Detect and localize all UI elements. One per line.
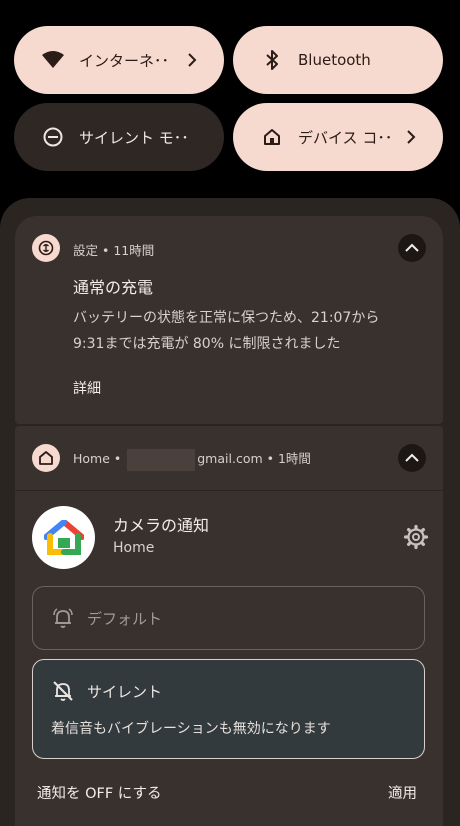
silent-option-description: 着信音もバイブレーションも無効になります [51,721,331,737]
bluetooth-icon [260,48,284,72]
notification-body-line2: 9:31までは充電が 80% に制限されました [73,336,341,352]
settings-app-icon [32,234,60,262]
redacted-account [127,448,196,471]
home-notification-header: Home • gmail.com • 1時間 [73,448,311,471]
app-name: 設定 [73,243,99,258]
notification-body: バッテリーの状態を正常に保つため、21:07から 9:31までは充電が 80% … [73,305,433,357]
internet-tile-label: インターネ･･ [79,51,170,70]
chevron-up-icon [405,453,419,462]
divider [15,490,443,491]
silent-option-label: サイレント [87,683,163,701]
chevron-right-icon [401,127,421,147]
settings-notification-header: 設定 • 11時間 [73,243,155,258]
silent-option[interactable]: サイレント 着信音もバイブレーションも無効になります [32,659,425,759]
collapse-button[interactable] [398,234,426,262]
gear-icon[interactable] [403,524,429,550]
turn-off-notifications-button[interactable]: 通知を OFF にする [37,782,161,803]
apply-button[interactable]: 適用 [388,782,417,803]
bluetooth-tile-label: Bluetooth [298,51,371,69]
chevron-right-icon [182,50,202,70]
device-controls-tile[interactable]: デバイス コ･･ [233,103,443,171]
bluetooth-tile[interactable]: Bluetooth [233,26,443,94]
device-controls-tile-label: デバイス コ･･ [298,128,393,147]
notification-time: 11時間 [113,243,155,258]
do-not-disturb-tile[interactable]: サイレント モ･･ [14,103,224,171]
chevron-up-icon [405,243,419,252]
details-action[interactable]: 詳細 [73,378,101,398]
google-home-logo-icon [32,506,95,569]
bell-off-icon [53,681,73,701]
collapse-button[interactable] [398,444,426,472]
default-option-label: デフォルト [87,610,163,628]
settings-notification[interactable]: 設定 • 11時間 通常の充電 バッテリーの状態を正常に保つため、21:07から… [15,216,443,424]
internet-tile[interactable]: インターネ･･ [14,26,224,94]
notification-body-line1: バッテリーの状態を正常に保つため、21:07から [73,310,380,326]
app-name: Home [73,451,110,466]
do-not-disturb-tile-label: サイレント モ･･ [79,128,189,147]
channel-title: カメラの通知 [113,516,210,535]
home-notification[interactable]: Home • gmail.com • 1時間 カメラの通知 Home デフォルト… [15,426,443,826]
home-app-icon [32,444,60,472]
wifi-icon [41,48,65,72]
channel-subtitle: Home [113,540,155,556]
home-icon [260,125,284,149]
default-option[interactable]: デフォルト [32,586,425,650]
notification-time: 1時間 [277,451,311,466]
bell-ringing-icon [53,608,73,628]
notification-title: 通常の充電 [73,278,154,297]
do-not-disturb-icon [41,125,65,149]
account-domain: gmail.com [197,451,263,466]
